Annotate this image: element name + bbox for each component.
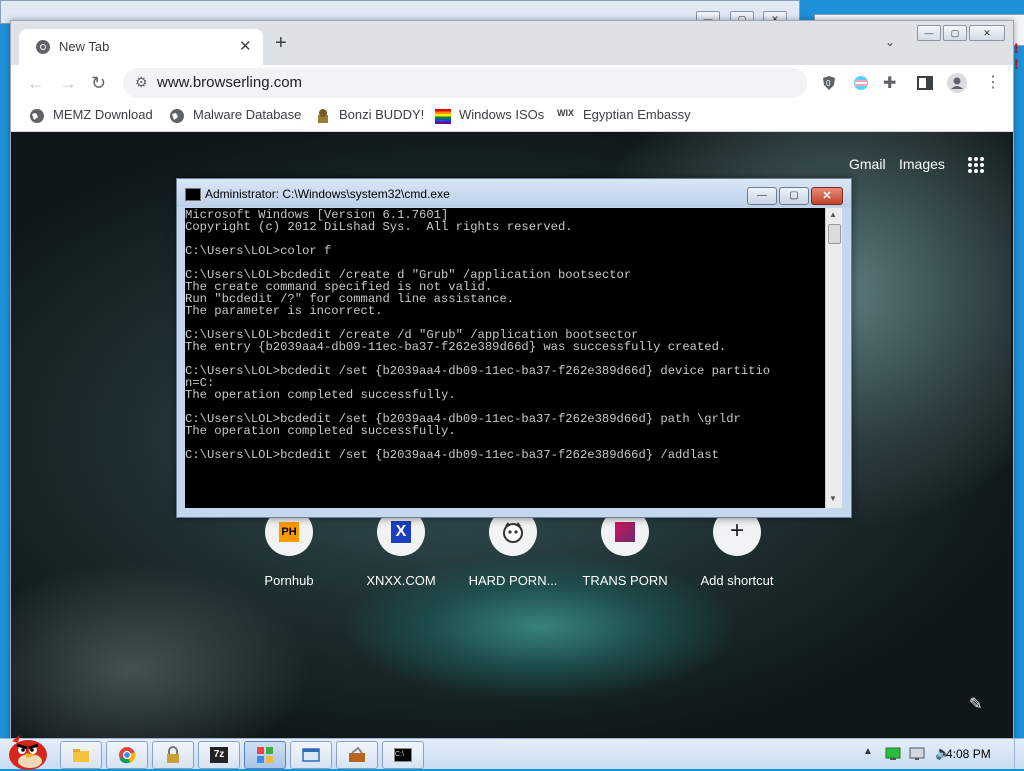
chrome-favicon-icon [36, 40, 50, 54]
bookmark-label: Malware Database [193, 107, 302, 122]
taskbar-7zip[interactable]: 7z [198, 741, 240, 769]
extensions-puzzle-icon[interactable]: ✚ [883, 74, 896, 94]
new-tab-button[interactable]: + [275, 33, 287, 53]
taskbar-chrome[interactable] [106, 741, 148, 769]
taskbar: 7z C:\ ▲ 🔈 4:08 PM [0, 735, 1024, 770]
cmd-window: Administrator: C:\Windows\system32\cmd.e… [176, 178, 852, 518]
bookmarks-bar: MEMZ Download Malware Database Bonzi BUD… [11, 101, 1013, 132]
cmd-minimize-button[interactable]: — [747, 187, 777, 205]
side-panel-icon[interactable] [917, 75, 933, 91]
scroll-down-icon[interactable]: ▼ [829, 494, 837, 503]
shortcut-label: TRANS PORN [582, 573, 668, 588]
cmd-icon: C:\ [394, 748, 412, 762]
explorer-icon [73, 749, 89, 762]
cmd-close-button[interactable]: ✕ [811, 187, 843, 205]
back-icon[interactable]: ← [27, 73, 45, 93]
cmd-title: Administrator: C:\Windows\system32\cmd.e… [205, 187, 450, 201]
toolbox-icon [349, 747, 365, 762]
cmd-icon [185, 188, 201, 201]
chrome-minimize-button[interactable]: — [917, 25, 941, 41]
background-image [11, 562, 311, 739]
show-desktop-button[interactable] [1014, 739, 1024, 769]
chrome-icon [119, 747, 136, 764]
shortcut-xnxx[interactable]: X XNXX.COM [345, 508, 457, 588]
shortcut-pornhub[interactable]: PH Pornhub [233, 508, 345, 588]
shortcut-hard-porn[interactable]: HARD PORN... [457, 508, 569, 588]
bookmark-label: Egyptian Embassy [583, 107, 691, 122]
console-scrollbar[interactable]: ▲ ▼ [825, 208, 842, 508]
desktop-edge-icon: !! [1014, 40, 1019, 72]
plus-glyph: + [729, 517, 744, 544]
add-shortcut-button[interactable]: + Add shortcut [681, 508, 793, 588]
console-output[interactable]: Microsoft Windows [Version 6.1.7601] Cop… [185, 208, 825, 508]
reload-icon[interactable]: ↻ [91, 73, 106, 93]
tab-search-icon[interactable]: ⌄ [885, 35, 895, 49]
menu-kebab-icon[interactable]: ⋮ [985, 73, 1001, 93]
console-text: Microsoft Windows [Version 6.1.7601] Cop… [185, 208, 771, 462]
cmd-titlebar[interactable]: Administrator: C:\Windows\system32\cmd.e… [177, 179, 851, 207]
profile-avatar-icon[interactable] [947, 73, 967, 93]
tab-strip: New Tab ✕ + ⌄ — ▢ ✕ [11, 21, 1013, 65]
shortcut-label: XNXX.COM [366, 573, 436, 588]
globe-icon [170, 108, 184, 123]
bookmark-label: Windows ISOs [459, 107, 545, 122]
tab-close-icon[interactable]: ✕ [239, 37, 252, 55]
extension-shield-icon[interactable]: 0 [821, 75, 837, 91]
window-icon [302, 748, 320, 762]
show-hidden-icons[interactable]: ▲ [863, 746, 873, 757]
gmail-link[interactable]: Gmail [849, 156, 886, 172]
clock[interactable]: 4:08 PM [946, 747, 991, 761]
pornhub-logo: PH [279, 522, 299, 542]
taskbar-window[interactable] [290, 741, 332, 769]
customize-pencil-icon[interactable]: ✎ [969, 694, 982, 714]
bookmark-memz[interactable]: MEMZ Download [29, 107, 153, 124]
trans-flag-extension-icon[interactable] [853, 75, 869, 91]
google-apps-icon[interactable] [967, 156, 985, 174]
shortcut-label: Add shortcut [700, 573, 774, 588]
lock-icon [167, 746, 179, 763]
taskbar-explorer[interactable] [60, 741, 102, 769]
bookmark-label: Bonzi BUDDY! [339, 107, 425, 122]
forward-icon[interactable]: → [59, 73, 77, 93]
bookmark-windows-isos[interactable]: Windows ISOs [435, 107, 544, 124]
taskbar-lock[interactable] [152, 741, 194, 769]
app-grid-icon [257, 747, 273, 763]
angry-bird-start-icon[interactable] [2, 733, 50, 771]
tab-title: New Tab [59, 39, 110, 54]
shortcut-label: HARD PORN... [468, 573, 558, 588]
wix-icon: WIX [557, 107, 574, 118]
rainbow-flag-icon [435, 108, 451, 124]
chrome-maximize-button[interactable]: ▢ [943, 25, 967, 41]
globe-icon [30, 108, 44, 123]
shortcut-label: Pornhub [264, 573, 314, 588]
tab-new-tab[interactable]: New Tab ✕ [19, 29, 263, 65]
scroll-up-icon[interactable]: ▲ [829, 210, 837, 219]
bookmark-malware-database[interactable]: Malware Database [169, 107, 301, 124]
chrome-close-button[interactable]: ✕ [969, 25, 1005, 41]
cmd-maximize-button[interactable]: ▢ [779, 187, 809, 205]
address-bar[interactable]: ⚙ www.browserling.com [123, 68, 807, 98]
bookmark-egyptian-embassy[interactable]: WIX Egyptian Embassy [557, 107, 691, 124]
url-text: www.browserling.com [157, 74, 303, 91]
site-info-icon[interactable]: ⚙ [135, 74, 148, 91]
7zip-icon: 7z [210, 747, 228, 763]
svg-text:0: 0 [826, 79, 831, 88]
taskbar-toolbox[interactable] [336, 741, 378, 769]
shortcut-trans-porn[interactable]: TRANS PORN [569, 508, 681, 588]
taskbar-app-grid[interactable] [244, 741, 286, 769]
scroll-thumb[interactable] [828, 224, 841, 244]
network-icon[interactable] [885, 747, 901, 761]
taskbar-cmd[interactable]: C:\ [382, 741, 424, 769]
bookmark-label: MEMZ Download [53, 107, 153, 122]
monitor-icon[interactable] [909, 747, 925, 761]
toolbar: ← → ↻ ⚙ www.browserling.com 0 ✚ ⋮ [11, 65, 1013, 101]
xnxx-logo: X [391, 521, 411, 543]
bonzi-icon [318, 108, 328, 123]
bookmark-bonzi-buddy[interactable]: Bonzi BUDDY! [315, 107, 424, 124]
images-link[interactable]: Images [899, 156, 945, 172]
